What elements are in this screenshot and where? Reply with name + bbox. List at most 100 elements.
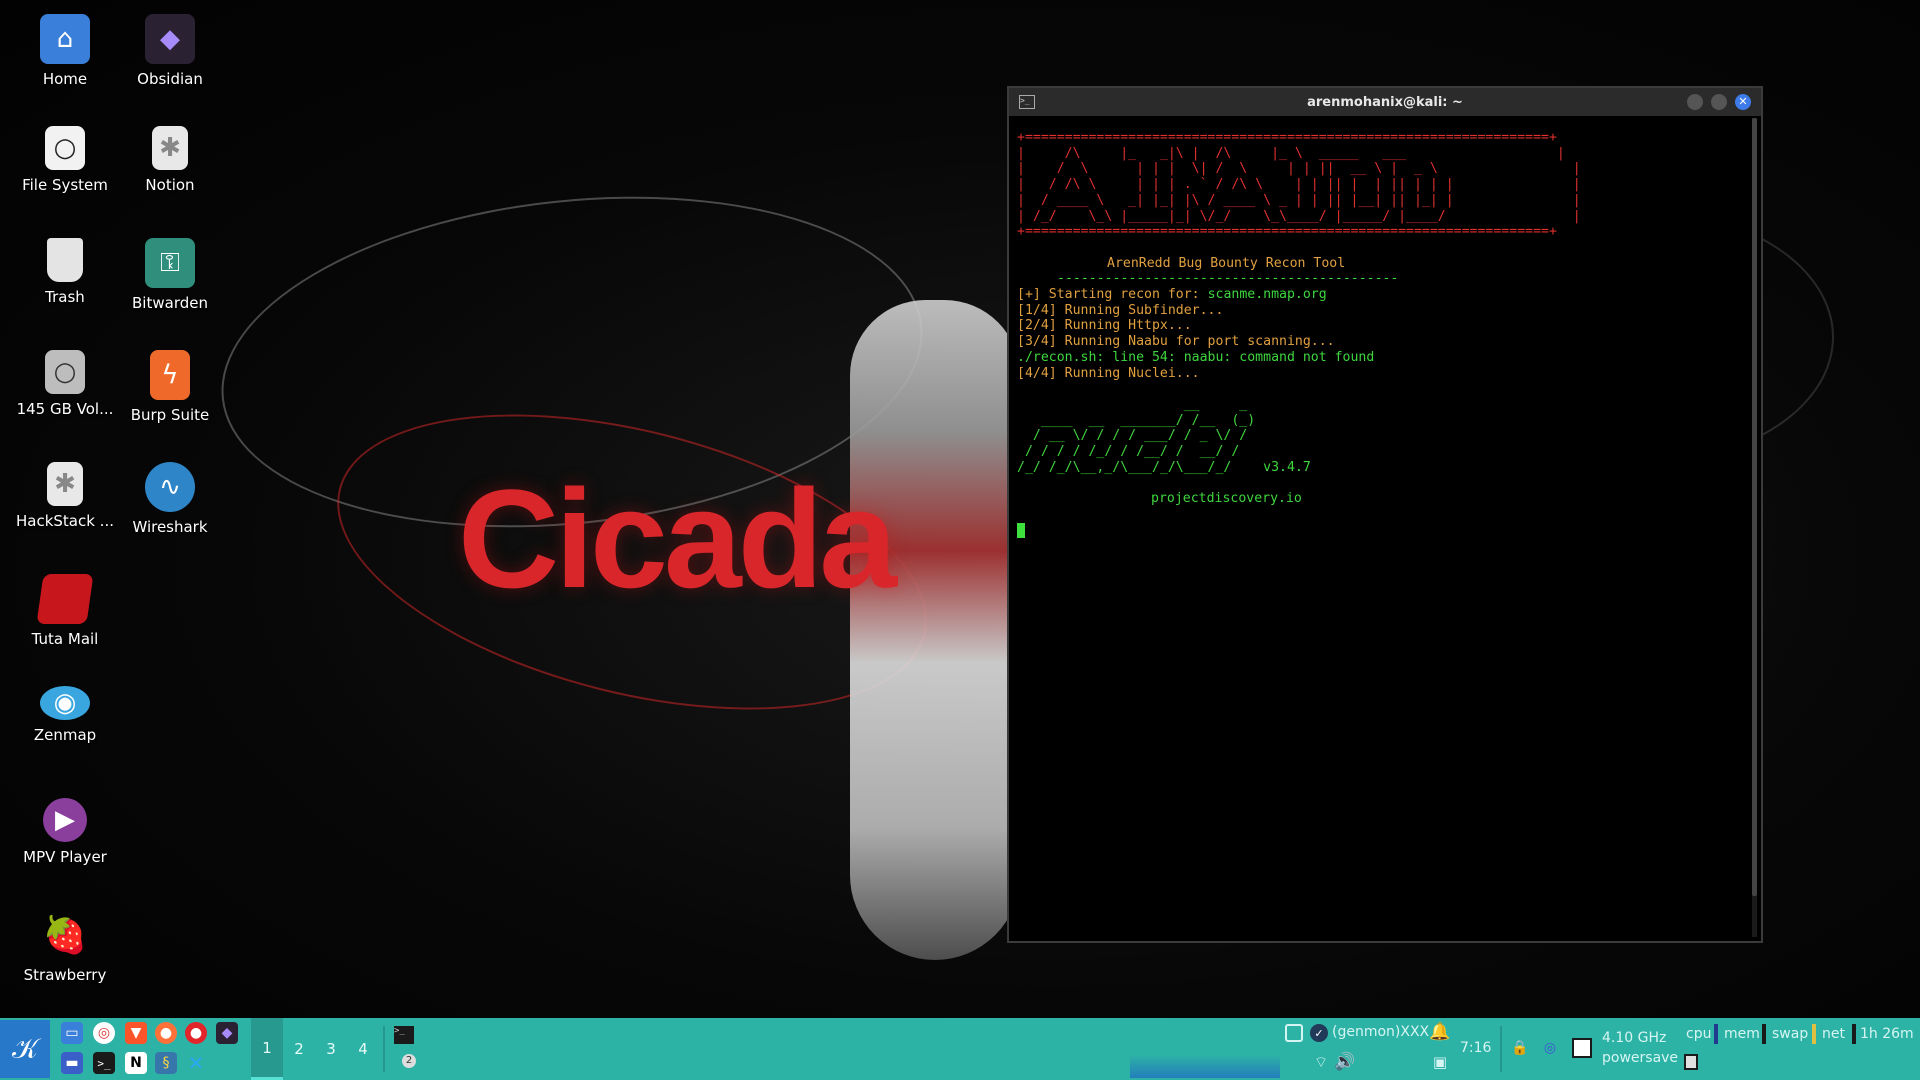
desktop-icon-hackstack[interactable]: ✱ HackStack ... bbox=[13, 462, 117, 530]
nuclei-version: v3.4.7 bbox=[1263, 459, 1311, 475]
banner-line: | / \ | | | \| / \ | | || __ \ | _ \ | bbox=[1017, 161, 1581, 177]
tool-name: ArenRedd Bug Bounty Recon Tool bbox=[1107, 255, 1346, 271]
nuclei-logo-line: / / / / /_/ / /__/ / __/ / bbox=[1017, 444, 1240, 460]
banner-line: | / /\ \ | | | . ` / /\ \ | | || | | || … bbox=[1017, 177, 1581, 193]
zenmap-icon: ◉ bbox=[40, 686, 90, 720]
network-icon[interactable]: ⌔ bbox=[1310, 1052, 1332, 1072]
workspace-1[interactable]: 1 bbox=[251, 1018, 283, 1080]
wallpaper-title: Cicada bbox=[458, 460, 897, 617]
desktop-icon-file-system[interactable]: ○ File System bbox=[13, 126, 117, 194]
desktop-icon-volume[interactable]: ○ 145 GB Vol... bbox=[13, 350, 117, 418]
notification-bell-icon[interactable]: 🔔 bbox=[1429, 1022, 1450, 1042]
separator bbox=[1500, 1026, 1502, 1072]
step-line: [1/4] Running Subfinder... bbox=[1017, 302, 1224, 318]
drive-icon: ○ bbox=[45, 126, 85, 170]
uptime: 1h 26m bbox=[1860, 1026, 1914, 1042]
terminal-task-button[interactable]: >_ 2 bbox=[388, 1020, 420, 1076]
cpu-freq-icon[interactable] bbox=[1572, 1038, 1592, 1058]
firefox-icon[interactable]: ● bbox=[155, 1022, 177, 1044]
monitor-swap-label: swap bbox=[1772, 1026, 1809, 1042]
terminal-launcher-icon[interactable]: >_ bbox=[93, 1052, 115, 1074]
kali-dragon-icon: 𝒦 bbox=[11, 1032, 38, 1065]
desktop-icon-zenmap[interactable]: ◉ Zenmap bbox=[13, 686, 117, 744]
desktop-icon-trash[interactable]: Trash bbox=[13, 238, 117, 306]
recon-target: scanme.nmap.org bbox=[1207, 287, 1327, 303]
desktop-icon-wireshark[interactable]: ∿ Wireshark bbox=[118, 462, 222, 536]
terminal-window[interactable]: >_ arenmohanix@kali: ~ ✕ +==============… bbox=[1007, 86, 1763, 943]
tuta-icon bbox=[36, 574, 94, 624]
battery-icon[interactable] bbox=[1684, 1054, 1698, 1070]
nuclei-logo-line: __ _ bbox=[1017, 396, 1248, 412]
terminal-cursor bbox=[1017, 522, 1025, 538]
desktop-icon-strawberry[interactable]: 🍓 Strawberry bbox=[13, 910, 117, 984]
obsidian-taskbar-icon[interactable]: ◆ bbox=[216, 1022, 238, 1044]
close-button[interactable]: ✕ bbox=[1735, 94, 1751, 110]
obsidian-icon: ◆ bbox=[145, 14, 195, 64]
workspace-4[interactable]: 4 bbox=[347, 1018, 379, 1080]
desktop-icon-home[interactable]: ⌂ Home bbox=[13, 14, 117, 88]
window-title: arenmohanix@kali: ~ bbox=[1307, 94, 1463, 110]
mpv-icon: ▶ bbox=[43, 798, 87, 842]
account-icon[interactable]: ✓ bbox=[1310, 1024, 1328, 1042]
nuclei-logo-line: ____ __ _______/ /__ (_) bbox=[1017, 412, 1256, 428]
trash-icon bbox=[47, 238, 83, 282]
recon-prefix: [+] Starting recon for: bbox=[1017, 287, 1208, 303]
nuclei-logo-line: /_/ /_/\__,_/\___/_/\___/_/ bbox=[1017, 459, 1256, 475]
banner-border: +=======================================… bbox=[1017, 224, 1557, 240]
banner-line: | /\ |_ _|\ | /\ |_ \ _____ ___ | bbox=[1017, 145, 1565, 161]
home-folder-icon: ⌂ bbox=[40, 14, 90, 64]
workspace-3[interactable]: 3 bbox=[315, 1018, 347, 1080]
terminal-output[interactable]: +=======================================… bbox=[1017, 130, 1747, 933]
notion-icon[interactable]: N bbox=[125, 1052, 147, 1074]
desktop-icon-bitwarden[interactable]: ⚿ Bitwarden bbox=[118, 238, 222, 312]
vpn-icon[interactable]: ◎ bbox=[1542, 1040, 1558, 1056]
brave-icon[interactable]: ▼ bbox=[125, 1022, 147, 1044]
scrollbar[interactable] bbox=[1752, 118, 1757, 937]
minimize-button[interactable] bbox=[1687, 94, 1703, 110]
step-line: [3/4] Running Naabu for port scanning... bbox=[1017, 334, 1335, 350]
monitor-mem-label: mem bbox=[1724, 1026, 1760, 1042]
strawberry-taskbar-icon[interactable]: ● bbox=[185, 1022, 207, 1044]
step-line: [4/4] Running Nuclei... bbox=[1017, 365, 1200, 381]
clipboard-icon[interactable] bbox=[1285, 1024, 1303, 1042]
wireshark-icon: ∿ bbox=[145, 462, 195, 512]
mem-bar bbox=[1762, 1024, 1766, 1044]
cpu-governor: powersave bbox=[1602, 1050, 1679, 1066]
desktop-icon-notion[interactable]: ✱ Notion bbox=[118, 126, 222, 194]
desktop-icon-tuta-mail[interactable]: Tuta Mail bbox=[13, 574, 117, 648]
cpu-activity-graph bbox=[1130, 1020, 1280, 1078]
workspace-2[interactable]: 2 bbox=[283, 1018, 315, 1080]
terminal-task-icon: >_ bbox=[394, 1026, 414, 1044]
error-line: ./recon.sh: line 54: naabu: command not … bbox=[1017, 349, 1375, 365]
task-count-badge: 2 bbox=[402, 1054, 416, 1068]
cpu-bar bbox=[1714, 1024, 1718, 1044]
banner-line: | /_/ \_\ |_____|_| \/_/ \_\____/ |_____… bbox=[1017, 208, 1581, 224]
cicada-body bbox=[850, 300, 1020, 960]
monitor-net-label: net bbox=[1822, 1026, 1845, 1042]
python-icon[interactable]: § bbox=[155, 1052, 177, 1074]
window-titlebar[interactable]: >_ arenmohanix@kali: ~ ✕ bbox=[1009, 88, 1761, 116]
lock-icon[interactable]: 🔒 bbox=[1511, 1040, 1528, 1056]
banner-line: | / ____ \ _| |_| |\ / ____ \ _ | | || |… bbox=[1017, 192, 1581, 208]
separator bbox=[383, 1026, 385, 1072]
battery-clipboard-icon[interactable]: ▣ bbox=[1430, 1052, 1450, 1072]
file-manager-launcher[interactable]: ▭ bbox=[61, 1022, 83, 1044]
volume-icon[interactable]: 🔊 bbox=[1334, 1052, 1356, 1072]
swap-bar bbox=[1812, 1024, 1816, 1044]
bitwarden-icon: ⚿ bbox=[145, 238, 195, 288]
display-settings-icon[interactable]: ▬ bbox=[61, 1052, 83, 1074]
desktop-icon-burp-suite[interactable]: ϟ Burp Suite bbox=[118, 350, 222, 424]
strawberry-icon: 🍓 bbox=[42, 915, 88, 956]
desktop-icon-obsidian[interactable]: ◆ Obsidian bbox=[118, 14, 222, 88]
tool-underline: ----------------------------------------… bbox=[1057, 271, 1399, 287]
chrome-icon[interactable]: ◎ bbox=[93, 1022, 115, 1044]
maximize-button[interactable] bbox=[1711, 94, 1727, 110]
scrollbar-thumb[interactable] bbox=[1752, 118, 1757, 897]
kali-menu-button[interactable]: 𝒦 bbox=[0, 1020, 50, 1078]
burp-icon: ϟ bbox=[150, 350, 190, 400]
net-bar bbox=[1852, 1024, 1856, 1044]
desktop-icon-mpv-player[interactable]: ▶ MPV Player bbox=[13, 798, 117, 866]
vscode-icon[interactable]: ✕ bbox=[185, 1051, 207, 1075]
clock[interactable]: 7:16 bbox=[1460, 1040, 1491, 1056]
genmon-label[interactable]: (genmon)XXX bbox=[1332, 1024, 1429, 1040]
